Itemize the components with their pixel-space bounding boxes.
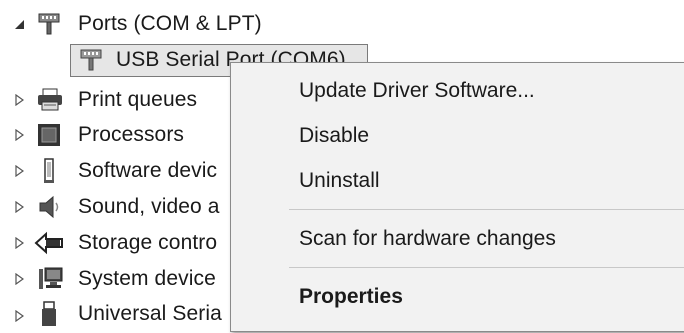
menu-item-properties[interactable]: Properties (299, 285, 403, 309)
expand-arrow-icon[interactable] (12, 272, 26, 286)
expand-arrow-icon[interactable] (12, 128, 26, 142)
processor-icon (36, 122, 62, 148)
tree-item-label: System device (78, 267, 216, 290)
tree-item-label: Software devic (78, 159, 218, 182)
tree-item-label: Universal Seria (78, 302, 222, 325)
port-icon (78, 47, 104, 73)
tree-item-label: Sound, video a (78, 195, 220, 218)
expand-arrow-icon[interactable] (12, 309, 26, 323)
context-menu: Update Driver Software... Disable Uninst… (230, 62, 684, 332)
tree-item-label: Print queues (78, 88, 198, 111)
menu-item-disable[interactable]: Disable (299, 124, 369, 148)
storage-icon (34, 230, 63, 256)
expand-arrow-icon[interactable] (12, 236, 26, 250)
tree-item-storage-controllers[interactable]: Storage contro (0, 227, 240, 259)
speaker-icon (36, 194, 62, 220)
menu-separator (289, 209, 684, 210)
tree-item-software-devices[interactable]: Software devic (0, 155, 240, 187)
tree-item-sound-video[interactable]: Sound, video a (0, 191, 240, 223)
tree-item-system-devices[interactable]: System device (0, 263, 240, 295)
expand-arrow-icon[interactable] (12, 164, 26, 178)
software-device-icon (36, 158, 62, 184)
port-icon (36, 11, 62, 37)
tree-item-ports[interactable]: Ports (COM & LPT) (0, 8, 300, 40)
system-device-icon (36, 266, 63, 292)
printer-icon (36, 87, 62, 113)
tree-item-usb-controllers[interactable]: Universal Seria (0, 298, 240, 330)
tree-item-processors[interactable]: Processors (0, 119, 240, 151)
usb-icon (38, 300, 64, 326)
tree-item-label: Processors (78, 123, 185, 146)
expand-arrow-icon[interactable] (12, 93, 26, 107)
expand-arrow-icon[interactable] (12, 200, 26, 214)
menu-separator (289, 267, 684, 268)
menu-item-uninstall[interactable]: Uninstall (299, 169, 380, 193)
menu-item-scan-hardware[interactable]: Scan for hardware changes (299, 227, 556, 251)
tree-item-label: Ports (COM & LPT) (78, 12, 262, 35)
menu-item-update-driver[interactable]: Update Driver Software... (299, 79, 535, 103)
tree-item-print-queues[interactable]: Print queues (0, 84, 240, 116)
tree-item-label: Storage contro (78, 231, 218, 254)
collapse-arrow-icon[interactable] (12, 17, 26, 31)
